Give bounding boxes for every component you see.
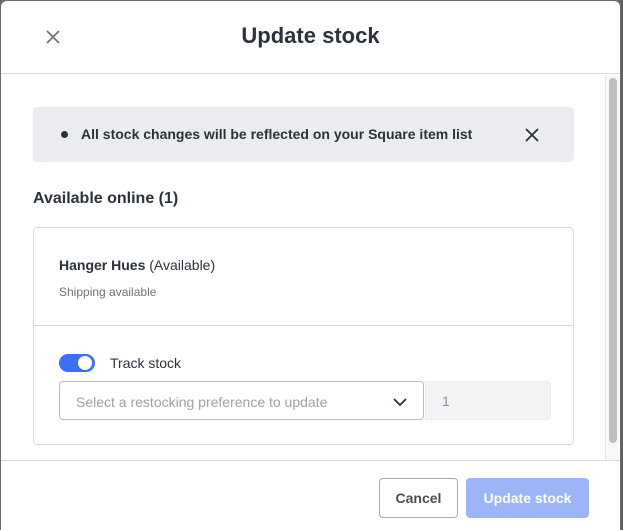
section-title: Available online (1) [33,190,179,207]
dialog-header: Update stock [1,1,620,74]
select-placeholder: Select a restocking preference to update [76,394,328,410]
cancel-button[interactable]: Cancel [379,478,458,518]
dialog-footer: Cancel Update stock [1,460,620,530]
toggle-knob [78,356,92,370]
info-banner: All stock changes will be reflected on y… [33,107,574,162]
scrollbar[interactable] [605,75,620,460]
dialog-body: All stock changes will be reflected on y… [1,75,620,460]
bullet-icon [61,131,68,138]
item-name-line: Hanger Hues (Available) [59,257,215,273]
update-stock-dialog: Update stock All stock changes will be r… [1,1,620,530]
quantity-field[interactable]: 1 [425,381,551,420]
track-stock-toggle[interactable] [59,354,95,372]
dialog-title: Update stock [241,23,380,48]
close-icon [525,128,539,142]
item-info: Hanger Hues (Available) Shipping availab… [34,228,573,326]
scrollbar-thumb[interactable] [609,78,617,443]
update-stock-button[interactable]: Update stock [466,478,589,518]
item-status: (Available) [149,257,216,273]
track-stock-label: Track stock [110,355,182,371]
dismiss-banner-button[interactable] [523,126,541,144]
item-card: Hanger Hues (Available) Shipping availab… [33,227,574,445]
item-subtitle: Shipping available [59,285,157,299]
restock-preference-select[interactable]: Select a restocking preference to update [59,381,424,420]
banner-text: All stock changes will be reflected on y… [81,126,473,142]
item-name: Hanger Hues [59,257,146,273]
chevron-down-icon [393,398,407,407]
